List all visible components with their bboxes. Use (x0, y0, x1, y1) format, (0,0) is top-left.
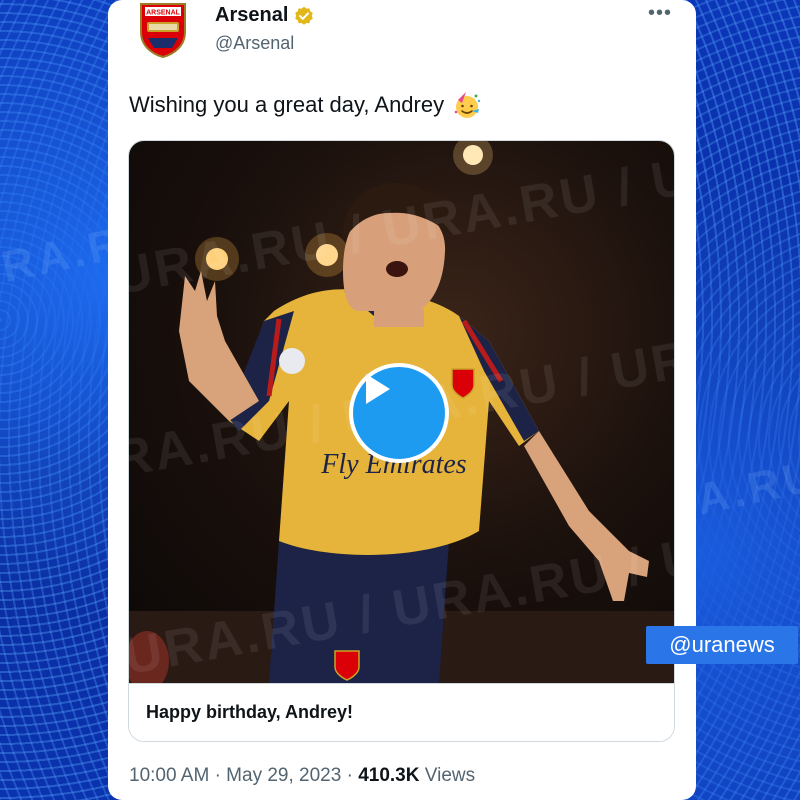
tweet-text-row: Wishing you a great day, Andrey (129, 90, 482, 120)
media-caption-bar[interactable]: Happy birthday, Andrey! (129, 683, 674, 741)
views-label: Views (424, 765, 476, 786)
account-name-row: Arsenal (215, 4, 314, 27)
more-options-icon[interactable]: ••• (648, 3, 672, 23)
media-caption: Happy birthday, Andrey! (146, 702, 354, 722)
uranews-badge: @uranews (646, 626, 798, 664)
tweet-text: Wishing you a great day, Andrey (129, 92, 445, 117)
tweet-date[interactable]: May 29, 2023 (226, 765, 341, 786)
separator-dot: · (214, 765, 221, 786)
account-name[interactable]: Arsenal (215, 4, 288, 27)
partying-face-icon (454, 92, 481, 118)
verified-badge-icon (295, 6, 314, 25)
account-handle[interactable]: @Arsenal (215, 33, 294, 54)
tweet-time[interactable]: 10:00 AM (129, 765, 209, 786)
video-media[interactable]: Fly Emirates URA.RU / URA.RU / URA.RU UR… (128, 140, 675, 742)
play-button-icon[interactable] (349, 363, 449, 463)
separator-dot: · (346, 765, 353, 786)
arsenal-crest-avatar[interactable]: ARSENAL (138, 2, 188, 58)
views-count[interactable]: 410.3K (358, 765, 419, 786)
svg-text:ARSENAL: ARSENAL (146, 10, 181, 17)
video-thumbnail[interactable]: Fly Emirates URA.RU / URA.RU / URA.RU UR… (129, 141, 674, 683)
tweet-card: ARSENAL Arsenal @Arsenal ••• Wishing you… (108, 0, 696, 800)
tweet-metadata: 10:00 AM · May 29, 2023 · 410.3K Views (129, 765, 475, 787)
